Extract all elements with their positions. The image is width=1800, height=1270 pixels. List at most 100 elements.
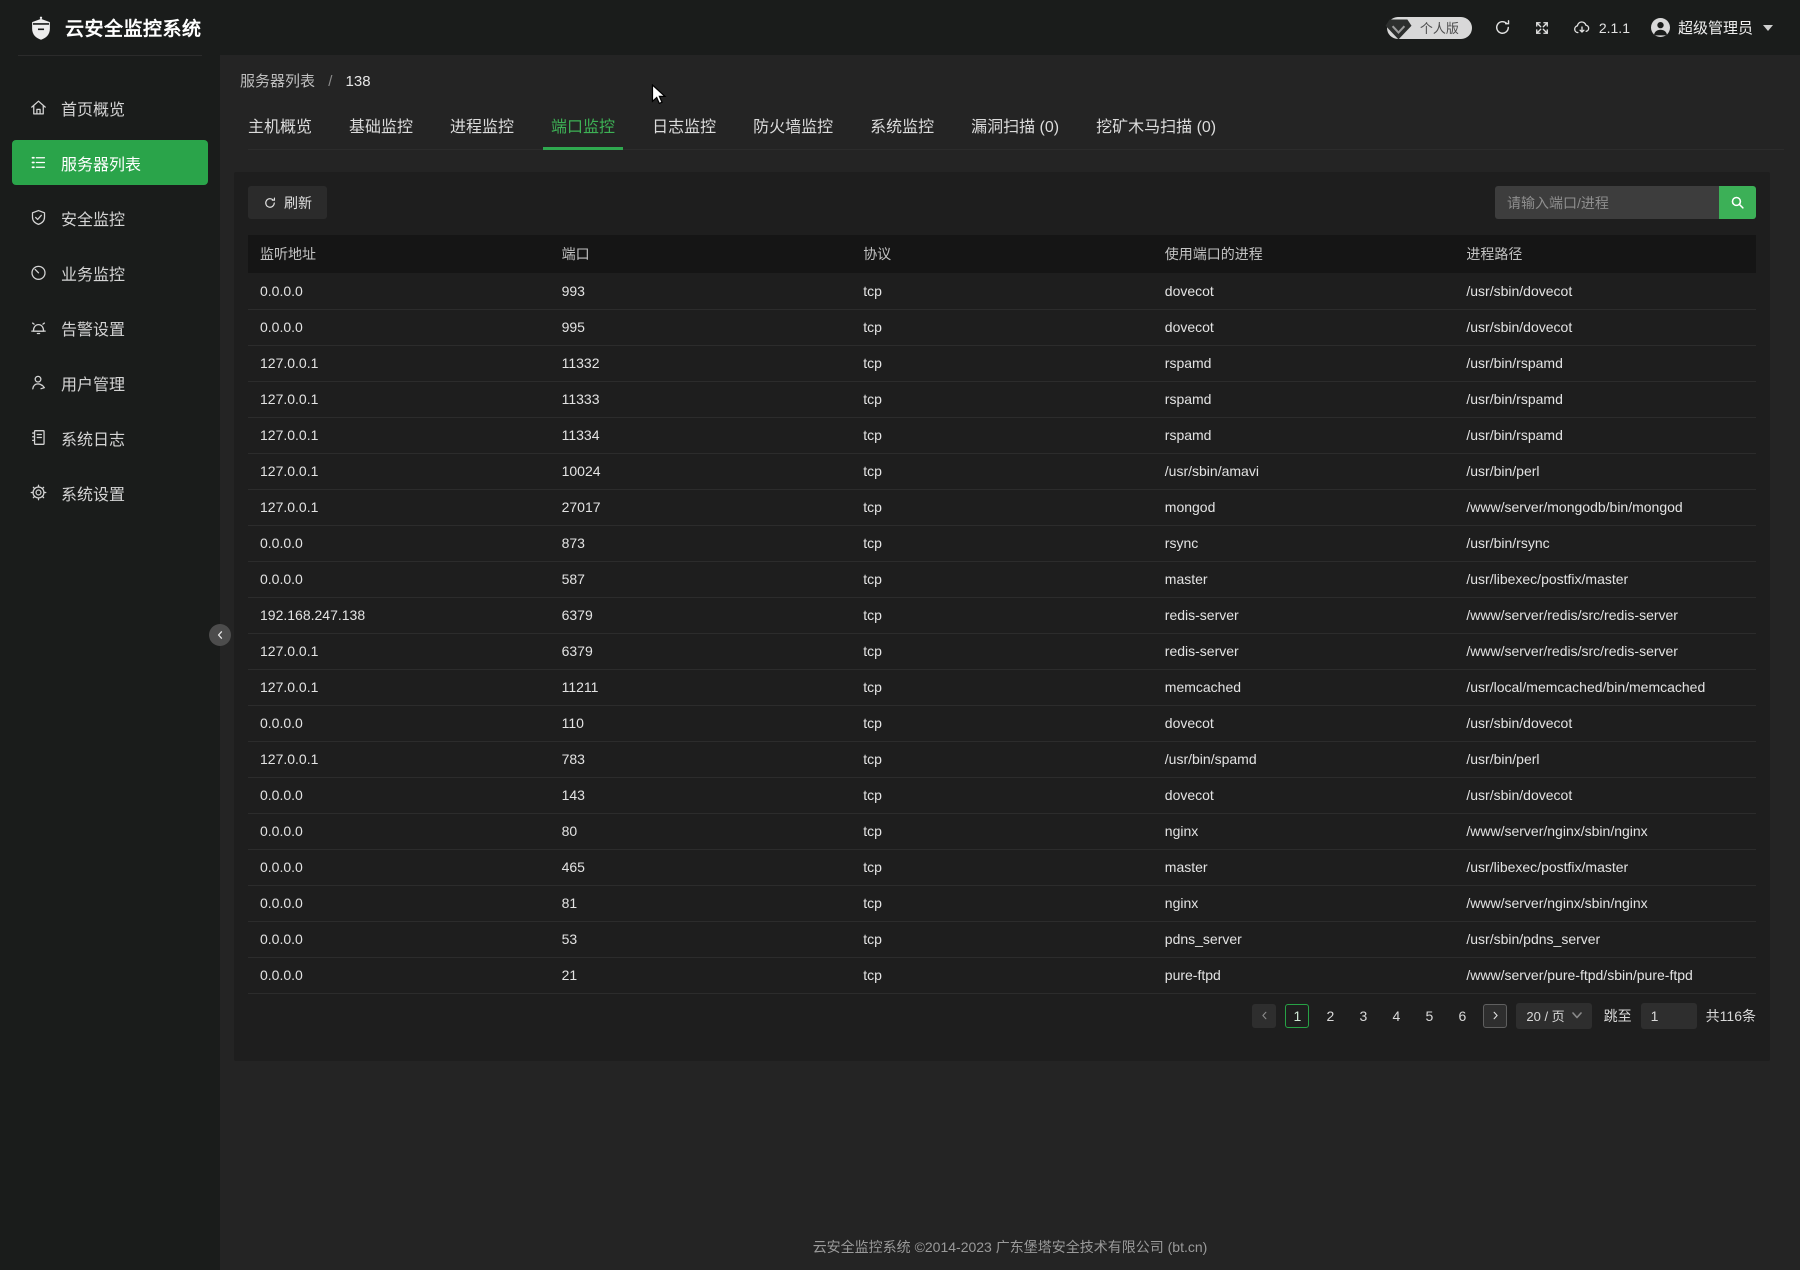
page-button-2[interactable]: 2 xyxy=(1318,1004,1342,1028)
column-header-process_path: 进程路径 xyxy=(1454,235,1756,273)
table-row: 127.0.0.111333tcprspamd/usr/bin/rspamd xyxy=(248,381,1756,417)
jump-page-input[interactable] xyxy=(1641,1003,1697,1029)
table-row: 0.0.0.0110tcpdovecot/usr/sbin/dovecot xyxy=(248,705,1756,741)
gem-icon xyxy=(1384,16,1413,42)
cell-port: 10024 xyxy=(550,453,852,489)
cell-process: redis-server xyxy=(1153,633,1455,669)
table-row: 0.0.0.0465tcpmaster/usr/libexec/postfix/… xyxy=(248,849,1756,885)
sidebar-item-home-overview[interactable]: 首页概览 xyxy=(12,85,208,130)
tab-process-monitor[interactable]: 进程监控 xyxy=(450,103,514,149)
cell-protocol: tcp xyxy=(851,777,1153,813)
sidebar-item-label: 系统日志 xyxy=(61,426,125,450)
cell-process: nginx xyxy=(1153,885,1455,921)
cell-protocol: tcp xyxy=(851,597,1153,633)
sidebar-item-system-logs[interactable]: 系统日志 xyxy=(12,415,208,460)
tab-vuln-scan[interactable]: 漏洞扫描 (0) xyxy=(971,103,1059,149)
tab-system-monitor[interactable]: 系统监控 xyxy=(870,103,934,149)
sidebar-item-alert-settings[interactable]: 告警设置 xyxy=(12,305,208,350)
sidebar-item-system-settings[interactable]: 系统设置 xyxy=(12,470,208,515)
cell-protocol: tcp xyxy=(851,417,1153,453)
cell-process_path: /usr/sbin/dovecot xyxy=(1454,273,1756,309)
cell-protocol: tcp xyxy=(851,633,1153,669)
sidebar-menu: 首页概览服务器列表安全监控业务监控告警设置用户管理系统日志系统设置 xyxy=(0,56,220,515)
refresh-button-label: 刷新 xyxy=(284,193,312,213)
cell-protocol: tcp xyxy=(851,525,1153,561)
cell-process: dovecot xyxy=(1153,705,1455,741)
sidebar-item-server-list[interactable]: 服务器列表 xyxy=(12,140,208,185)
cell-listen_address: 0.0.0.0 xyxy=(248,921,550,957)
cell-process_path: /www/server/nginx/sbin/nginx xyxy=(1454,885,1756,921)
cell-process_path: /usr/sbin/pdns_server xyxy=(1454,921,1756,957)
search-button[interactable] xyxy=(1719,186,1756,219)
table-row: 0.0.0.0143tcpdovecot/usr/sbin/dovecot xyxy=(248,777,1756,813)
previous-page-button[interactable] xyxy=(1252,1004,1276,1028)
page-button-1[interactable]: 1 xyxy=(1285,1004,1309,1028)
content-card: 刷新 监听地址端口协议使用端口的进程进程路径 0.0.0.0993tcpdove… xyxy=(234,172,1770,1061)
main-area: 个人版 2.1.1 xyxy=(220,0,1800,1270)
fullscreen-icon[interactable] xyxy=(1533,19,1551,37)
cell-listen_address: 127.0.0.1 xyxy=(248,417,550,453)
edition-badge-label: 个人版 xyxy=(1420,18,1459,37)
tab-log-monitor[interactable]: 日志监控 xyxy=(652,103,716,149)
cell-listen_address: 0.0.0.0 xyxy=(248,525,550,561)
cell-listen_address: 0.0.0.0 xyxy=(248,273,550,309)
search-input[interactable] xyxy=(1495,186,1719,219)
next-page-button[interactable] xyxy=(1483,1004,1507,1028)
cell-port: 21 xyxy=(550,957,852,993)
table-row: 127.0.0.111334tcprspamd/usr/bin/rspamd xyxy=(248,417,1756,453)
page-button-6[interactable]: 6 xyxy=(1450,1004,1474,1028)
list-icon xyxy=(29,153,48,172)
sidebar-item-business-monitor[interactable]: 业务监控 xyxy=(12,250,208,295)
sidebar-collapse-button[interactable] xyxy=(209,624,231,646)
user-menu[interactable]: 超级管理员 xyxy=(1651,17,1773,38)
cell-listen_address: 0.0.0.0 xyxy=(248,957,550,993)
refresh-button[interactable]: 刷新 xyxy=(248,186,327,219)
table-row: 0.0.0.081tcpnginx/www/server/nginx/sbin/… xyxy=(248,885,1756,921)
user-icon xyxy=(29,373,48,392)
app-logo-row: 云安全监控系统 xyxy=(0,0,220,55)
cell-process_path: /www/server/nginx/sbin/nginx xyxy=(1454,813,1756,849)
cell-process_path: /usr/bin/rspamd xyxy=(1454,381,1756,417)
sidebar-item-security-monitor[interactable]: 安全监控 xyxy=(12,195,208,240)
home-icon xyxy=(29,98,48,117)
chevron-down-icon xyxy=(1763,25,1773,31)
cell-port: 11211 xyxy=(550,669,852,705)
cell-listen_address: 127.0.0.1 xyxy=(248,489,550,525)
tab-miner-trojan-scan[interactable]: 挖矿木马扫描 (0) xyxy=(1096,103,1216,149)
page-numbers: 123456 xyxy=(1285,1004,1474,1028)
cell-process: /usr/bin/spamd xyxy=(1153,741,1455,777)
page-button-4[interactable]: 4 xyxy=(1384,1004,1408,1028)
breadcrumb-section[interactable]: 服务器列表 xyxy=(240,73,315,90)
cell-protocol: tcp xyxy=(851,309,1153,345)
avatar-icon xyxy=(1651,18,1670,37)
cell-process: memcached xyxy=(1153,669,1455,705)
cell-process_path: /www/server/redis/src/redis-server xyxy=(1454,597,1756,633)
cell-protocol: tcp xyxy=(851,273,1153,309)
tab-host-overview[interactable]: 主机概览 xyxy=(248,103,312,149)
page-button-3[interactable]: 3 xyxy=(1351,1004,1375,1028)
version-group[interactable]: 2.1.1 xyxy=(1572,18,1630,38)
cell-listen_address: 0.0.0.0 xyxy=(248,309,550,345)
cell-process: master xyxy=(1153,849,1455,885)
page-size-select[interactable]: 20 / 页 xyxy=(1516,1003,1591,1029)
alarm-icon xyxy=(29,318,48,337)
cell-protocol: tcp xyxy=(851,957,1153,993)
cell-port: 11333 xyxy=(550,381,852,417)
column-header-listen_address: 监听地址 xyxy=(248,235,550,273)
sidebar-item-user-management[interactable]: 用户管理 xyxy=(12,360,208,405)
cell-listen_address: 0.0.0.0 xyxy=(248,561,550,597)
tab-firewall-monitor[interactable]: 防火墙监控 xyxy=(753,103,833,149)
cell-process_path: /usr/sbin/dovecot xyxy=(1454,705,1756,741)
footer: 云安全监控系统 ©2014-2023 广东堡塔安全技术有限公司 (bt.cn) xyxy=(220,1237,1800,1257)
tab-port-monitor[interactable]: 端口监控 xyxy=(551,103,615,149)
cell-process_path: /usr/bin/rsync xyxy=(1454,525,1756,561)
cell-port: 143 xyxy=(550,777,852,813)
tab-basic-monitor[interactable]: 基础监控 xyxy=(349,103,413,149)
edition-badge[interactable]: 个人版 xyxy=(1387,17,1472,39)
refresh-icon[interactable] xyxy=(1493,18,1512,37)
table-row: 127.0.0.16379tcpredis-server/www/server/… xyxy=(248,633,1756,669)
cell-listen_address: 0.0.0.0 xyxy=(248,705,550,741)
total-count-label: 共116条 xyxy=(1706,1006,1756,1026)
cell-process: pdns_server xyxy=(1153,921,1455,957)
page-button-5[interactable]: 5 xyxy=(1417,1004,1441,1028)
